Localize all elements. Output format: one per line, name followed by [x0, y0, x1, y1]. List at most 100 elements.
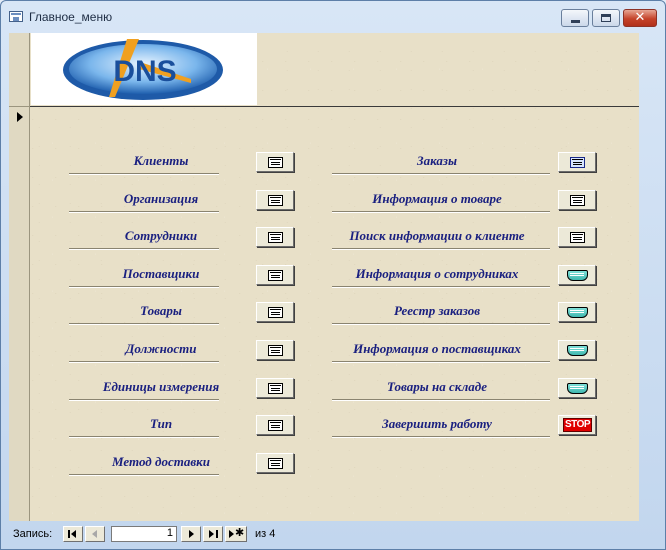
menu-divider	[69, 173, 219, 175]
maximize-button[interactable]	[592, 9, 620, 27]
menu-left-label-item-8: Тип	[149, 416, 173, 432]
menu-left-label-item-5: Товары	[140, 303, 182, 319]
menu-left-label-item-2: Организация	[123, 190, 199, 206]
menu-right-open-button-item-1[interactable]	[558, 152, 596, 172]
menu-left-label-item-3: Сотрудники	[124, 228, 198, 244]
record-selector-column	[9, 33, 30, 521]
report-icon	[567, 269, 588, 281]
report-icon	[567, 307, 588, 319]
menu-right-label-item-6: Информация о поставщиках	[353, 341, 521, 356]
menu-left-open-button-item-7[interactable]	[256, 377, 294, 398]
dns-logo: DNS	[31, 33, 257, 105]
report-icon	[567, 345, 588, 356]
menu-divider	[69, 248, 219, 251]
record-label: Запись:	[13, 528, 53, 540]
header-divider	[30, 106, 639, 107]
menu-left-open-button-item-8[interactable]	[256, 415, 294, 436]
last-record-icon	[209, 530, 214, 538]
menu-divider	[332, 173, 550, 175]
first-record-icon	[68, 530, 70, 538]
form-icon	[570, 194, 585, 206]
menu-right-open-button-item-7[interactable]	[558, 377, 596, 398]
menu-right-open-button-item-4[interactable]	[558, 264, 596, 285]
title-bar[interactable]: Главное_меню ✕	[1, 1, 665, 33]
menu-divider	[332, 361, 550, 363]
menu-left-label-item-4: Поставщики	[122, 265, 200, 281]
menu-right-open-button-item-2[interactable]	[558, 189, 596, 210]
menu-right-label-item-4: Информация о сотрудниках	[355, 265, 519, 281]
maximize-icon	[601, 14, 611, 22]
menu-divider	[332, 398, 550, 401]
menu-left-open-button-item-5[interactable]	[256, 302, 294, 323]
menu-divider	[332, 285, 550, 288]
menu-right-label-item-2: Информация о товаре	[372, 190, 502, 206]
menu-left-label-item-1: Клиенты	[133, 153, 189, 168]
menu-left-label-item-6: Должности	[125, 341, 197, 356]
window-title: Главное_меню	[29, 10, 113, 24]
menu-left-open-button-item-2[interactable]	[256, 189, 294, 210]
form-icon	[268, 345, 283, 356]
menu-right-label-item-8: Завершить работу	[382, 416, 492, 432]
previous-record-button[interactable]	[85, 526, 105, 542]
record-total: из 4	[255, 528, 276, 540]
menu-right-open-button-item-5[interactable]	[558, 302, 596, 323]
minimize-button[interactable]	[561, 9, 589, 27]
menu-divider	[69, 473, 219, 476]
menu-right-label-item-1: Заказы	[417, 153, 457, 168]
form-icon	[268, 269, 283, 281]
report-icon	[567, 382, 588, 394]
menu-left-open-button-item-1[interactable]	[256, 152, 294, 172]
last-record-button[interactable]	[203, 526, 223, 542]
menu-left-open-button-item-6[interactable]	[256, 340, 294, 360]
form-window-icon	[9, 11, 23, 22]
menu-right-open-button-item-8[interactable]: STOP	[558, 415, 596, 436]
form-icon	[570, 157, 585, 168]
form-icon	[268, 382, 283, 394]
next-record-button[interactable]	[181, 526, 201, 542]
form-icon	[268, 420, 283, 432]
record-selector-icon[interactable]	[17, 112, 23, 122]
form-body: DNS Клиенты Организация Сотрудники Поставщи…	[9, 33, 639, 521]
menu-right-label-item-7: Товары на складе	[387, 378, 487, 394]
menu-right-label-item-3: Поиск информации о клиенте	[349, 228, 525, 244]
menu-right-label-item-5: Реестр заказов	[393, 303, 481, 319]
menu-left-open-button-item-3[interactable]	[256, 227, 294, 248]
menu-right-open-button-item-3[interactable]	[558, 227, 596, 248]
form-icon	[268, 194, 283, 206]
form-icon	[570, 232, 585, 244]
menu-divider	[69, 398, 219, 401]
form-icon	[268, 232, 283, 244]
next-record-icon	[189, 530, 194, 538]
new-record-button[interactable]: ✱	[225, 526, 247, 542]
menu-right-open-button-item-6[interactable]	[558, 340, 596, 360]
form-icon	[268, 307, 283, 319]
menu-left-label-item-7: Единицы измерения	[102, 378, 220, 394]
access-form-window: Главное_меню ✕ DNS Клиенты Организация С…	[0, 0, 666, 550]
close-button[interactable]: ✕	[623, 9, 657, 27]
new-record-icon	[229, 530, 234, 538]
menu-divider	[69, 361, 219, 363]
menu-left-label-item-9: Метод доставки	[112, 453, 210, 469]
menu-divider	[69, 210, 219, 213]
menu-divider	[332, 436, 550, 439]
dns-logo-graphic: DNS	[63, 39, 223, 100]
record-selector-header	[9, 33, 29, 107]
close-icon: ✕	[634, 10, 646, 25]
menu-left-open-button-item-9[interactable]	[256, 452, 294, 473]
menu-divider	[69, 436, 219, 439]
logo-text: DNS	[113, 55, 176, 88]
form-icon	[268, 157, 283, 168]
menu-divider	[332, 248, 550, 251]
menu-divider	[332, 323, 550, 326]
first-record-button[interactable]	[63, 526, 83, 542]
menu-divider	[332, 210, 550, 213]
menu-divider	[69, 285, 219, 288]
stop-icon: STOP	[563, 418, 592, 433]
record-navigator: Запись: 1 ✱ из 4	[9, 522, 639, 546]
menu-divider	[69, 323, 219, 326]
current-record-input[interactable]: 1	[111, 526, 177, 542]
menu-left-open-button-item-4[interactable]	[256, 264, 294, 285]
form-icon	[268, 457, 283, 469]
previous-record-icon	[92, 530, 97, 538]
minimize-icon	[571, 20, 580, 23]
